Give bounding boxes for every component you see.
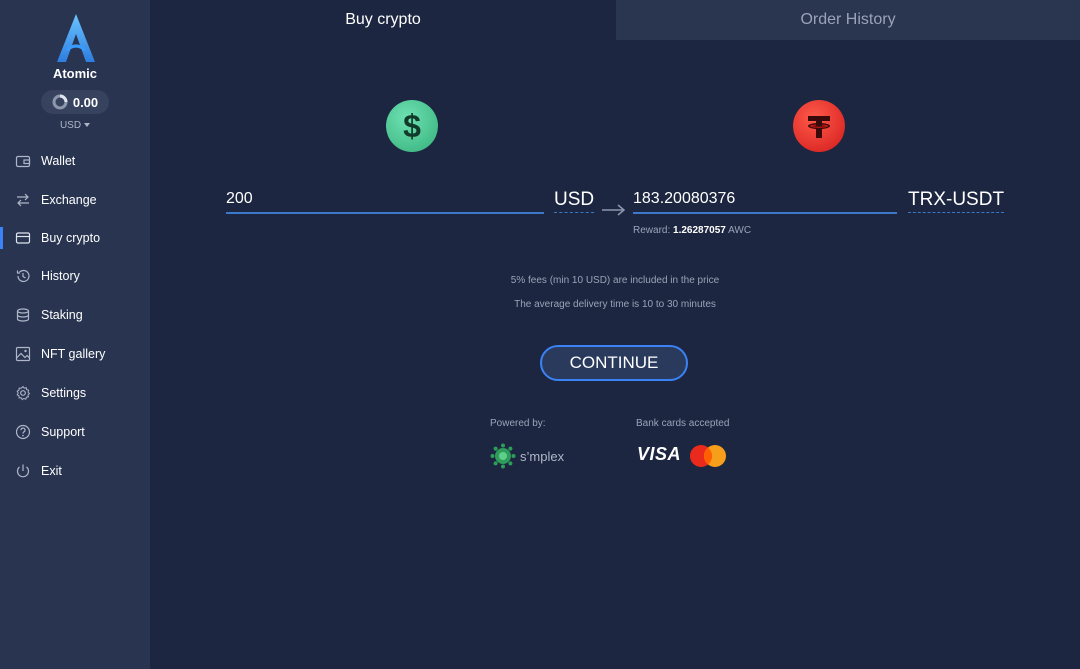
delivery-info: The average delivery time is 10 to 30 mi… (514, 299, 716, 310)
sidebar-item-wallet[interactable]: Wallet (0, 146, 150, 176)
bank-cards-label: Bank cards accepted (636, 418, 730, 429)
sidebar-item-label: Exit (41, 464, 62, 478)
simplex-logo-icon (490, 443, 516, 469)
tab-order-history[interactable]: Order History (616, 0, 1080, 40)
brand-name: Atomic (52, 66, 98, 81)
sidebar-item-label: Wallet (41, 154, 76, 168)
sidebar-item-exit[interactable]: Exit (0, 456, 150, 486)
simplex-logo: s’mplex (490, 443, 564, 469)
tab-buy-crypto[interactable]: Buy crypto (150, 0, 616, 40)
sidebar-item-label: Support (41, 425, 85, 439)
sidebar-item-nft-gallery[interactable]: NFT gallery (0, 339, 150, 369)
svg-text:$: $ (403, 108, 421, 144)
staking-icon (14, 306, 32, 324)
from-currency-select[interactable]: USD (554, 189, 595, 213)
mastercard-logo-icon (690, 445, 726, 467)
to-currency-select[interactable]: TRX-USDT (908, 189, 1005, 213)
sidebar-item-label: Settings (41, 386, 87, 400)
exchange-icon (14, 191, 32, 209)
continue-button[interactable]: CONTINUE (540, 345, 688, 381)
history-icon (14, 267, 32, 285)
portfolio-ring-icon (52, 94, 68, 110)
simplex-wordmark: s’mplex (520, 448, 565, 464)
image-icon (14, 345, 32, 363)
power-icon (14, 462, 32, 480)
chevron-down-icon (84, 123, 91, 128)
visa-logo: VISA (637, 444, 682, 464)
currency-selector[interactable]: USD (0, 120, 150, 131)
sidebar-item-label: Buy crypto (41, 231, 101, 245)
reward-value: 1.26287057 (673, 225, 726, 236)
sidebar-item-label: NFT gallery (41, 347, 106, 361)
wallet-icon (14, 152, 32, 170)
to-amount-input[interactable]: 183.20080376 (633, 190, 897, 214)
sidebar-item-settings[interactable]: Settings (0, 378, 150, 408)
sidebar-item-label: Exchange (41, 193, 97, 207)
balance-pill[interactable]: 0.00 (41, 90, 109, 114)
sidebar-item-label: Staking (41, 308, 83, 322)
sidebar-item-support[interactable]: Support (0, 417, 150, 447)
currency-label: USD (59, 120, 82, 131)
atomic-logo-icon (57, 14, 95, 62)
usd-coin-icon: $ (386, 100, 438, 152)
sidebar-item-buy-crypto[interactable]: Buy crypto (0, 223, 150, 253)
arrow-right-icon (602, 204, 626, 216)
sidebar-item-label: History (41, 269, 80, 283)
sidebar: Atomic 0.00 USD Wallet Exchange Buy cryp… (0, 0, 150, 669)
sidebar-item-history[interactable]: History (0, 261, 150, 291)
help-icon (14, 423, 32, 441)
tether-coin-icon (793, 100, 845, 152)
gear-icon (14, 384, 32, 402)
sidebar-item-staking[interactable]: Staking (0, 300, 150, 330)
balance-amount: 0.00 (72, 94, 99, 110)
reward-unit: AWC (728, 225, 752, 236)
card-icon (14, 229, 32, 247)
fees-info: 5% fees (min 10 USD) are included in the… (510, 275, 720, 286)
reward-info: Reward: 1.26287057 AWC (633, 225, 751, 236)
sidebar-item-exchange[interactable]: Exchange (0, 185, 150, 215)
reward-label: Reward: (633, 225, 671, 236)
powered-by-label: Powered by: (490, 418, 546, 429)
from-amount-input[interactable]: 200 (226, 190, 544, 214)
